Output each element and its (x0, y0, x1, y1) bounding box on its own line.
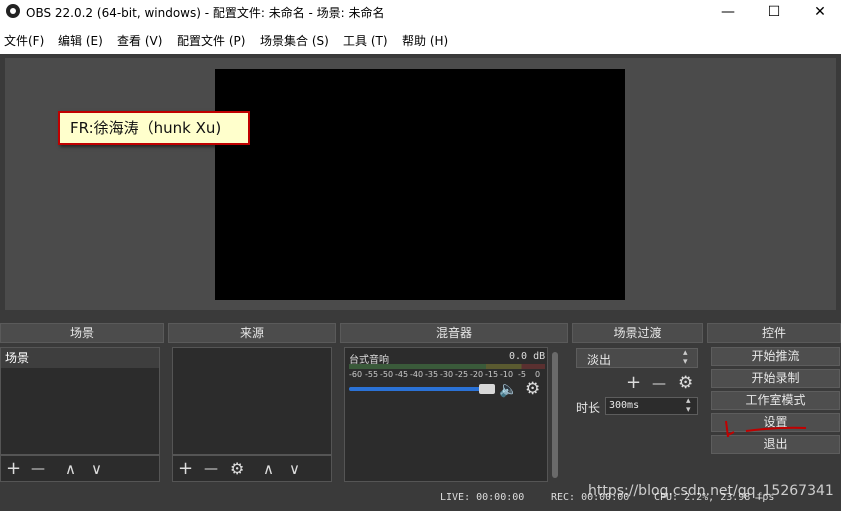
scale-label: -20 (470, 370, 484, 379)
start-recording-button[interactable]: 开始录制 (711, 369, 840, 388)
window-title: OBS 22.0.2 (64-bit, windows) - 配置文件: 未命名… (26, 6, 385, 20)
scene-down-icon[interactable]: ∨ (91, 460, 102, 478)
duration-value: 300ms (609, 400, 640, 411)
sources-list[interactable] (172, 347, 332, 455)
minimize-button[interactable]: — (705, 0, 751, 24)
maximize-button[interactable]: ☐ (751, 0, 797, 24)
scale-label: -55 (365, 370, 379, 379)
chevron-down-icon: ▾ (683, 357, 688, 367)
add-transition-icon[interactable]: + (626, 372, 641, 393)
mixer-settings-gear-icon[interactable]: ⚙ (525, 379, 540, 399)
volume-slider-handle[interactable] (479, 384, 495, 394)
scenes-list[interactable]: 场景 (0, 347, 160, 455)
scale-label: -35 (425, 370, 439, 379)
sources-dock-header: 来源 (168, 323, 336, 343)
sources-toolbar (172, 455, 332, 482)
status-live: LIVE: 00:00:00 (440, 492, 525, 503)
studio-mode-button[interactable]: 工作室模式 (711, 391, 840, 410)
source-up-icon[interactable]: ∧ (263, 460, 274, 478)
scale-label: -5 (518, 370, 526, 379)
source-properties-gear-icon[interactable]: ⚙ (230, 459, 244, 478)
scene-up-icon[interactable]: ∧ (65, 460, 76, 478)
scale-label: -50 (380, 370, 394, 379)
mixer-level-meter (349, 364, 545, 369)
spin-down-icon[interactable]: ▾ (686, 405, 691, 415)
add-source-icon[interactable]: + (178, 458, 193, 479)
scale-label: -60 (349, 370, 363, 379)
duration-spinbox[interactable]: 300ms ▴ ▾ (605, 396, 698, 415)
volume-slider-track[interactable] (349, 387, 495, 391)
remove-source-icon[interactable]: — (204, 461, 218, 477)
menu-edit[interactable]: 编辑 (E) (58, 32, 103, 49)
menu-view[interactable]: 查看 (V) (117, 32, 162, 49)
menu-file[interactable]: 文件(F) (4, 32, 44, 49)
menu-scene-collection[interactable]: 场景集合 (S) (260, 32, 329, 49)
remove-transition-icon[interactable]: — (652, 376, 666, 392)
title-bar: OBS 22.0.2 (64-bit, windows) - 配置文件: 未命名… (0, 0, 841, 24)
transition-select-value: 淡出 (587, 353, 612, 367)
duration-label: 时长 (576, 401, 601, 415)
menu-tools[interactable]: 工具 (T) (343, 32, 388, 49)
scale-label: 0 (535, 370, 541, 379)
add-scene-icon[interactable]: + (6, 458, 21, 479)
source-down-icon[interactable]: ∨ (289, 460, 300, 478)
obs-logo-icon (6, 4, 20, 18)
scene-item[interactable]: 场景 (1, 348, 159, 368)
controls-dock-header: 控件 (707, 323, 841, 343)
transition-select[interactable]: 淡出 ▴ ▾ (576, 348, 698, 368)
scenes-toolbar (0, 455, 160, 482)
scale-label: -15 (485, 370, 499, 379)
red-annotation-mark (725, 420, 807, 438)
mixer-scale: -60 -55 -50 -45 -40 -35 -30 -25 -20 -15 … (349, 370, 545, 380)
close-button[interactable]: ✕ (797, 0, 841, 24)
watermark-text: https://blog.csdn.net/qq_15267341 (588, 483, 834, 499)
volume-slider-fill (349, 387, 487, 391)
menu-bar: 文件(F) 编辑 (E) 查看 (V) 配置文件 (P) 场景集合 (S) 工具… (0, 24, 841, 54)
mixer-scrollbar[interactable] (551, 350, 559, 480)
menu-help[interactable]: 帮助 (H) (402, 32, 448, 49)
preview-canvas[interactable] (215, 69, 625, 300)
scale-label: -30 (440, 370, 454, 379)
mixer-dock-header: 混音器 (340, 323, 568, 343)
scenes-dock-header: 场景 (0, 323, 164, 343)
start-streaming-button[interactable]: 开始推流 (711, 347, 840, 366)
remove-scene-icon[interactable]: — (31, 461, 45, 477)
transition-properties-gear-icon[interactable]: ⚙ (678, 373, 693, 393)
mute-speaker-icon[interactable]: 🔈 (499, 380, 518, 398)
mixer-db-value: 0.0 dB (509, 351, 546, 362)
scale-label: -40 (410, 370, 424, 379)
mixer-scrollbar-thumb[interactable] (552, 352, 558, 478)
scale-label: -10 (500, 370, 514, 379)
menu-profile[interactable]: 配置文件 (P) (177, 32, 245, 49)
transitions-dock-header: 场景过渡 (572, 323, 703, 343)
text-source-overlay[interactable]: FR:徐海涛（hunk Xu) (58, 111, 250, 145)
scale-label: -25 (455, 370, 469, 379)
scale-label: -45 (395, 370, 409, 379)
